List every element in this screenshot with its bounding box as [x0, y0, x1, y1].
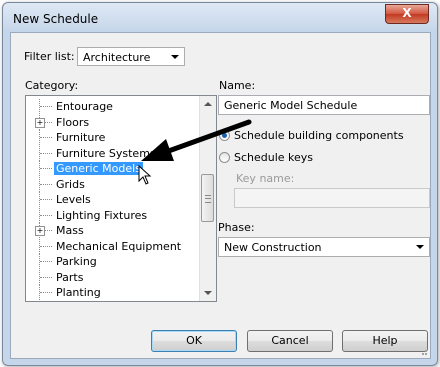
- mouse-cursor-icon: [138, 164, 152, 185]
- arrow-annotation-icon: [141, 119, 252, 161]
- annotation-layer: [138, 119, 252, 185]
- dialog-window: New Schedule X Filter list: Architecture…: [2, 2, 438, 366]
